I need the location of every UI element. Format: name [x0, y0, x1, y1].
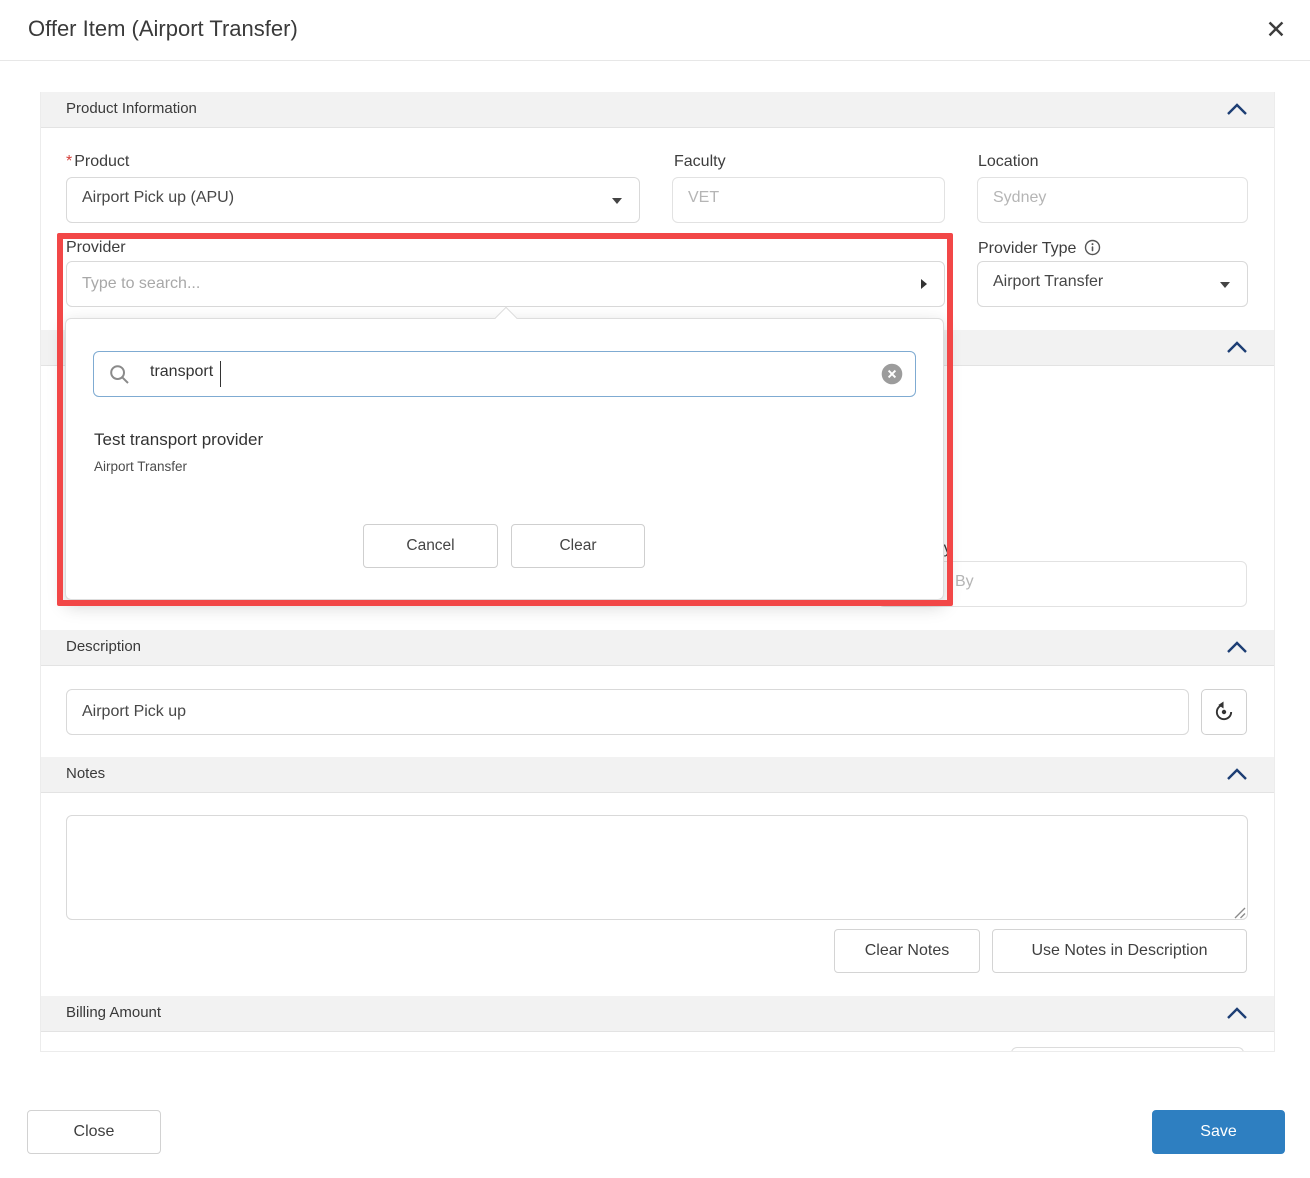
- text-cursor: [220, 361, 221, 387]
- clear-button[interactable]: Clear: [511, 524, 645, 568]
- provider-type-select[interactable]: Airport Transfer: [977, 261, 1248, 307]
- chevron-up-icon[interactable]: [1226, 103, 1248, 116]
- restore-description-button[interactable]: [1201, 689, 1247, 735]
- modal-title: Offer Item (Airport Transfer): [28, 16, 298, 42]
- popup-search-field[interactable]: transport: [93, 351, 916, 397]
- caret-right-icon: [921, 279, 927, 289]
- location-label: Location: [978, 153, 1039, 171]
- provider-search-input[interactable]: [67, 262, 944, 306]
- section-header-billing-amount[interactable]: Billing Amount: [41, 996, 1275, 1032]
- provider-search-popup: transport Test transport provider Airpor…: [65, 318, 944, 600]
- billing-partial-field[interactable]: [1011, 1047, 1244, 1052]
- description-input[interactable]: [67, 690, 1188, 734]
- chevron-up-icon[interactable]: [1226, 768, 1248, 781]
- provider-label: Provider: [66, 239, 126, 257]
- description-input-wrap[interactable]: [66, 689, 1189, 735]
- section-title: Billing Amount: [66, 1004, 161, 1021]
- save-button[interactable]: Save: [1152, 1110, 1285, 1154]
- search-icon: [109, 364, 130, 385]
- clear-search-icon[interactable]: [881, 363, 903, 385]
- provider-search-field[interactable]: [66, 261, 945, 307]
- modal-header: Offer Item (Airport Transfer) ✕: [0, 0, 1310, 61]
- section-title: Description: [66, 638, 141, 655]
- cancel-button[interactable]: Cancel: [363, 524, 498, 568]
- faculty-field: VET: [672, 177, 945, 223]
- offer-item-modal: Offer Item (Airport Transfer) ✕ Product …: [0, 0, 1310, 1178]
- location-value: Sydney: [993, 189, 1046, 207]
- section-title: Product Information: [66, 100, 197, 117]
- section-header-product-information[interactable]: Product Information: [41, 92, 1275, 128]
- chevron-up-icon[interactable]: [1226, 341, 1248, 354]
- hidden-by-value: By: [955, 573, 974, 591]
- product-select-value: Airport Pick up (APU): [82, 189, 234, 207]
- caret-down-icon: [1220, 282, 1230, 288]
- faculty-value: VET: [688, 189, 719, 207]
- product-label: *Product: [66, 153, 129, 171]
- section-header-description[interactable]: Description: [41, 630, 1275, 666]
- section-title: Notes: [66, 765, 105, 782]
- search-result-item[interactable]: Test transport provider: [94, 430, 263, 450]
- clear-notes-button[interactable]: Clear Notes: [834, 929, 980, 973]
- section-header-notes[interactable]: Notes: [41, 757, 1275, 793]
- faculty-label: Faculty: [674, 153, 726, 171]
- provider-type-value: Airport Transfer: [993, 273, 1103, 291]
- chevron-up-icon[interactable]: [1226, 1007, 1248, 1020]
- restore-icon: [1213, 701, 1235, 723]
- location-field: Sydney: [977, 177, 1248, 223]
- close-icon[interactable]: ✕: [1258, 12, 1294, 48]
- required-asterisk: *: [66, 153, 72, 170]
- chevron-up-icon[interactable]: [1226, 641, 1248, 654]
- caret-down-icon: [612, 198, 622, 204]
- search-result-subtitle: Airport Transfer: [94, 459, 187, 474]
- use-notes-in-description-button[interactable]: Use Notes in Description: [992, 929, 1247, 973]
- info-icon[interactable]: [1084, 239, 1101, 261]
- popup-search-value[interactable]: transport: [150, 363, 213, 381]
- product-select[interactable]: Airport Pick up (APU): [66, 177, 640, 223]
- close-button[interactable]: Close: [27, 1110, 161, 1154]
- provider-type-label: Provider Type: [978, 239, 1101, 261]
- resize-handle-icon[interactable]: [1233, 906, 1246, 919]
- notes-textarea[interactable]: [66, 815, 1248, 920]
